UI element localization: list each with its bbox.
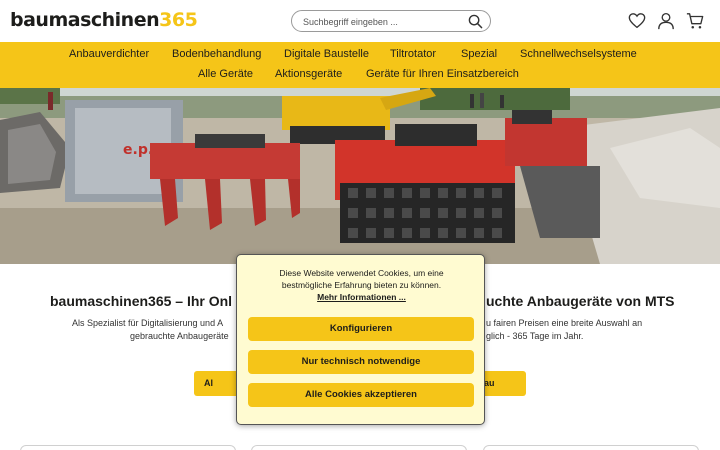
cookie-consent-dialog: Diese Website verwendet Cookies, um eine… (236, 254, 485, 425)
configure-button[interactable]: Konfigurieren (248, 317, 474, 341)
nav-item-anbauverdichter[interactable]: Anbauverdichter (69, 48, 149, 60)
para-line2-right: glich - 365 Tage im Jahr. (486, 331, 584, 341)
heart-icon[interactable] (628, 12, 646, 30)
para-line2-left: gebrauchte Anbaugeräte (130, 331, 229, 341)
search-box (291, 10, 491, 32)
nav-item-alle-geraete[interactable]: Alle Geräte (198, 68, 253, 80)
cookie-text-line2: bestmögliche Erfahrung bieten zu können. (281, 280, 442, 290)
para-line1-right: u fairen Preisen eine breite Auswahl an (486, 318, 643, 328)
more-info-link[interactable]: Mehr Informationen ... (249, 291, 474, 303)
necessary-only-button[interactable]: Nur technisch notwendige (248, 350, 474, 374)
main-navigation: Anbauverdichter Bodenbehandlung Digitale… (0, 42, 720, 88)
para-line1-left: Als Spezialist für Digitalisierung und A (72, 318, 224, 328)
search-input[interactable] (303, 14, 463, 29)
headline-left-fragment: baumaschinen365 – Ihr Onl (50, 293, 233, 309)
accept-all-button[interactable]: Alle Cookies akzeptieren (248, 383, 474, 407)
hero-image: e.p.r (0, 88, 720, 264)
product-card[interactable] (483, 445, 699, 450)
nav-item-spezial[interactable]: Spezial (461, 48, 497, 60)
search-icon[interactable] (468, 14, 483, 29)
cart-icon[interactable] (686, 12, 704, 30)
headline-right-fragment: uchte Anbaugeräte von MTS (486, 293, 675, 309)
nav-item-digitale-baustelle[interactable]: Digitale Baustelle (284, 48, 369, 60)
nav-item-einsatzbereich[interactable]: Geräte für Ihren Einsatzbereich (366, 68, 519, 80)
nav-item-schnellwechselsysteme[interactable]: Schnellwechselsysteme (520, 48, 637, 60)
nav-item-bodenbehandlung[interactable]: Bodenbehandlung (172, 48, 261, 60)
user-icon[interactable] (657, 12, 675, 30)
nav-item-aktionsgeraete[interactable]: Aktionsgeräte (275, 68, 342, 80)
site-logo[interactable]: baumaschinen365 (10, 9, 198, 31)
cookie-text-line1: Diese Website verwendet Cookies, um eine (279, 268, 444, 278)
site-header: baumaschinen365 (0, 0, 720, 42)
product-card[interactable] (20, 445, 236, 450)
construction-site-illustration: e.p.r (0, 88, 720, 264)
product-card[interactable] (251, 445, 467, 450)
cookie-message: Diese Website verwendet Cookies, um eine… (249, 267, 474, 303)
nav-item-tiltrotator[interactable]: Tiltrotator (390, 48, 436, 60)
